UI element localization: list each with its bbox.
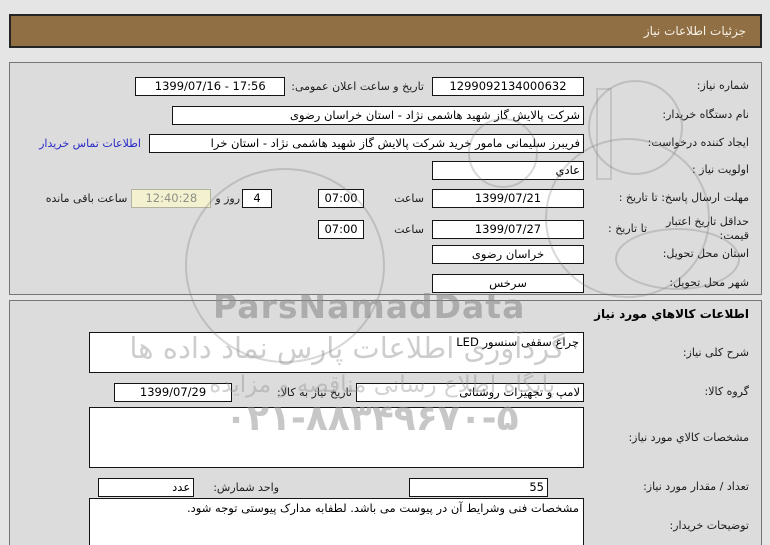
buyer-org-row: نام دستگاه خریدار: شرکت پالایش گاز شهید …: [22, 105, 749, 125]
need-description-label: شرح کلی نیاز:: [682, 345, 749, 359]
delivery-province-label: استان محل تحویل:: [662, 247, 749, 261]
priority-field[interactable]: عادي: [432, 160, 584, 180]
buyer-contact-link[interactable]: اطلاعات تماس خریدار: [39, 137, 141, 150]
reply-deadline-label: مهلت ارسال پاسخ: تا تاریخ :: [618, 191, 749, 205]
unit-field[interactable]: عدد: [98, 477, 195, 497]
remaining-days-label: روز و: [215, 191, 241, 205]
page-title-bar: جزئیات اطلاعات نیاز: [9, 14, 762, 48]
priority-label: اولویت نیاز :: [691, 163, 749, 177]
price-validity-label-group: حداقل تاریخ اعتبار قیمت: تا تاریخ :: [584, 215, 749, 243]
reply-deadline-time-field[interactable]: 07:00: [318, 188, 365, 208]
requester-field[interactable]: فریبرز سلیمانی مامور خرید شرکت پالایش گا…: [149, 133, 584, 153]
need-details-page: جزئیات اطلاعات نیاز شماره نیاز: 12990921…: [0, 0, 770, 545]
delivery-city-field[interactable]: سرخس: [432, 273, 584, 293]
need-description-field[interactable]: چراغ سقفی سنسور LED: [89, 332, 584, 373]
requester-label: ایجاد کننده درخواست:: [647, 136, 749, 150]
quantity-row: تعداد / مقدار مورد نیاز: 55 واحد شمارش: …: [22, 477, 749, 497]
need-description-row: شرح کلی نیاز: چراغ سقفی سنسور LED: [22, 332, 749, 373]
specs-label: مشخصات کالاي مورد نیاز:: [628, 430, 749, 444]
buyer-notes-row: توضیحات خریدار: مشخصات فنی وشرایط آن در …: [22, 498, 749, 545]
goods-section-title: اطلاعات کالاهاي مورد نیاز: [594, 307, 749, 321]
price-validity-label: حداقل تاریخ اعتبار قیمت:: [665, 215, 749, 242]
buyer-notes-label: توضیحات خریدار:: [669, 518, 750, 532]
need-number-label: شماره نیاز:: [696, 79, 749, 93]
need-info-panel: شماره نیاز: 1299092134000632 تاریخ و ساع…: [9, 62, 762, 295]
priority-row: اولویت نیاز : عادي: [22, 160, 749, 180]
need-number-row: شماره نیاز: 1299092134000632 تاریخ و ساع…: [22, 76, 749, 96]
until-date-label: تا تاریخ :: [608, 222, 647, 236]
buyer-org-field[interactable]: شرکت پالایش گاز شهید هاشمی نژاد - استان …: [172, 105, 584, 125]
need-by-date-field[interactable]: 1399/07/29: [114, 382, 233, 402]
price-validity-date-field[interactable]: 1399/07/27: [432, 219, 584, 239]
need-number-field[interactable]: 1299092134000632: [432, 76, 584, 96]
delivery-province-row: استان محل تحویل: خراسان رضوی: [22, 244, 749, 264]
announce-datetime-label: تاریخ و ساعت اعلان عمومی:: [291, 79, 424, 93]
need-by-date-label: تاریخ نیاز به کالا:: [277, 385, 352, 399]
quantity-label: تعداد / مقدار مورد نیاز:: [643, 480, 749, 494]
goods-group-row: گروه کالا: لامپ و تجهیزات روشنائی تاریخ …: [22, 382, 749, 402]
goods-info-panel: اطلاعات کالاهاي مورد نیاز شرح کلی نیاز: …: [9, 300, 762, 545]
remaining-suffix-label: ساعت باقی مانده: [45, 191, 128, 205]
price-validity-time-field[interactable]: 07:00: [318, 219, 365, 239]
specs-field[interactable]: [89, 407, 584, 468]
delivery-province-field[interactable]: خراسان رضوی: [432, 244, 584, 264]
goods-group-label: گروه کالا:: [704, 385, 749, 399]
reply-deadline-row: مهلت ارسال پاسخ: تا تاریخ : 1399/07/21 س…: [22, 188, 749, 208]
remaining-days-field: 4: [242, 188, 273, 208]
requester-row: ایجاد کننده درخواست: فریبرز سلیمانی مامو…: [22, 133, 749, 153]
buyer-notes-field[interactable]: مشخصات فنی وشرایط آن در پیوست می باشد. ل…: [89, 498, 584, 545]
unit-label: واحد شمارش:: [213, 480, 279, 494]
buyer-org-label: نام دستگاه خریدار:: [662, 108, 749, 122]
page-title: جزئیات اطلاعات نیاز: [643, 24, 746, 38]
countdown-timer: 12:40:28: [131, 188, 212, 208]
goods-group-field[interactable]: لامپ و تجهیزات روشنائی: [356, 382, 584, 402]
reply-hour-label: ساعت: [394, 191, 424, 205]
price-validity-row: حداقل تاریخ اعتبار قیمت: تا تاریخ : 1399…: [22, 213, 749, 245]
quantity-field[interactable]: 55: [409, 477, 548, 497]
delivery-city-label: شهر محل تحویل:: [669, 276, 749, 290]
announce-datetime-field[interactable]: 1399/07/16 - 17:56: [135, 76, 286, 96]
reply-deadline-date-field[interactable]: 1399/07/21: [432, 188, 584, 208]
price-validity-hour-label: ساعت: [394, 222, 424, 236]
delivery-city-row: شهر محل تحویل: سرخس: [22, 273, 749, 293]
specs-row: مشخصات کالاي مورد نیاز:: [22, 407, 749, 468]
